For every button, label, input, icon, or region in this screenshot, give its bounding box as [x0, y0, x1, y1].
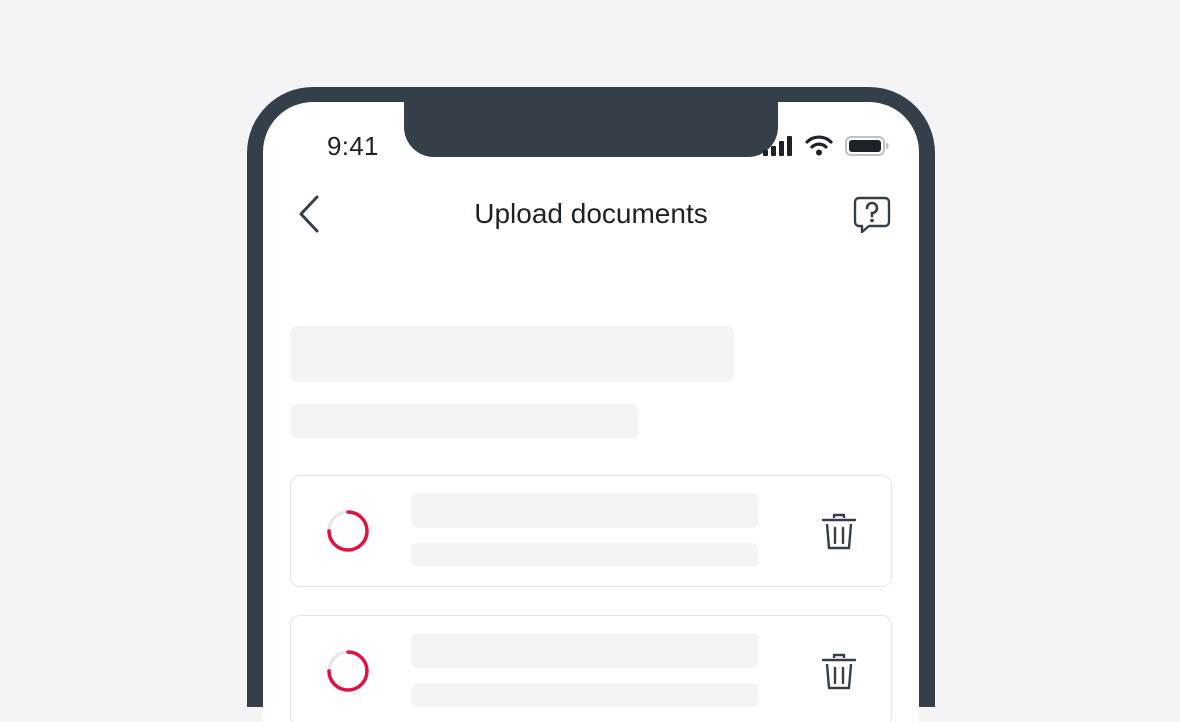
skeleton-file-meta: [411, 543, 759, 567]
skeleton-heading: [290, 326, 735, 382]
phone-screen: 9:41 Upload documents: [263, 102, 919, 722]
skeleton-subheading: [290, 404, 639, 439]
status-time: 9:41: [327, 131, 379, 161]
battery-icon: [845, 136, 889, 156]
skeleton-file-name: [411, 633, 759, 668]
upload-progress-spinner: [327, 650, 369, 692]
skeleton-file-name: [411, 493, 759, 528]
upload-progress-spinner: [327, 510, 369, 552]
trash-icon[interactable]: [819, 512, 859, 552]
status-icons: [763, 134, 889, 156]
wifi-icon: [805, 135, 833, 156]
skeleton-file-meta: [411, 683, 759, 707]
trash-icon[interactable]: [819, 652, 859, 692]
document-card: [290, 615, 892, 722]
phone-frame: 9:41 Upload documents: [247, 87, 935, 722]
help-chat-icon[interactable]: [853, 196, 891, 234]
cellular-signal-icon: [763, 136, 792, 156]
document-card: [290, 475, 892, 587]
page-title: Upload documents: [474, 198, 708, 229]
phone-notch: [404, 102, 778, 157]
